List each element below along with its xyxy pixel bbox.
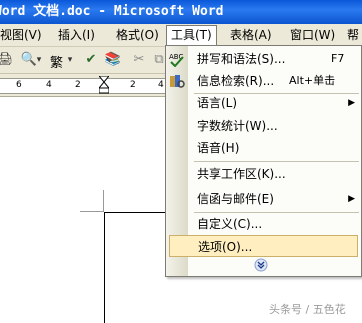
traditional-chinese-icon[interactable]: 繁 <box>50 52 63 71</box>
menu-item-spelling[interactable]: ABC 拼写和语法(S)... F7 <box>166 48 361 70</box>
menu-table[interactable]: 表格(A) <box>226 26 276 44</box>
submenu-arrow-icon: ▶ <box>348 98 355 108</box>
menu-window[interactable]: 窗口(W) <box>286 26 339 44</box>
menu-item-shortcut: Alt+单击 <box>289 74 336 87</box>
menu-item-word-count[interactable]: 字数统计(W)... <box>166 115 361 137</box>
cut-icon[interactable]: ✂ <box>130 51 148 69</box>
menu-item-options[interactable]: 选项(O)... <box>169 235 358 257</box>
menu-insert[interactable]: 插入(I) <box>54 26 99 44</box>
chevron-down-icon[interactable]: ▾ <box>66 51 74 69</box>
ruler-number: 6 <box>16 80 22 90</box>
menu-item-label: 语音(H) <box>197 141 240 155</box>
expand-menu-icon[interactable] <box>253 258 269 272</box>
indent-marker-icon[interactable] <box>99 76 109 94</box>
menu-item-label: 字数统计(W)... <box>197 119 278 133</box>
research-icon <box>169 73 185 89</box>
research-icon[interactable]: 📚 <box>104 51 122 69</box>
menu-help[interactable]: 帮 <box>343 26 362 44</box>
print-icon[interactable]: 🖨 <box>0 51 14 69</box>
ruler-number: 2 <box>130 80 136 90</box>
menu-item-letters-mailings[interactable]: 信函与邮件(E) ▶ <box>166 188 361 210</box>
menu-item-label: 信息检索(R)... <box>197 74 275 88</box>
menu-item-label: 语言(L) <box>197 96 238 110</box>
menu-item-language[interactable]: 语言(L) ▶ <box>166 92 361 114</box>
chevron-down-icon[interactable]: ▾ <box>36 51 42 69</box>
tools-menu-dropdown: ABC 拼写和语法(S)... F7 信息检索(R)... Alt+单击 语言(… <box>165 45 362 277</box>
page-edge <box>104 212 105 323</box>
menu-format[interactable]: 格式(O) <box>112 26 163 44</box>
spelling-icon[interactable]: ✔ <box>82 51 100 69</box>
menu-tools[interactable]: 工具(T) <box>166 25 217 47</box>
watermark: 头条号 / 五色花 <box>269 303 346 316</box>
title-bar: Word 文档.doc - Microsoft Word <box>0 0 362 24</box>
menu-item-label: 拼写和语法(S)... <box>197 52 286 66</box>
page-corner-mark <box>80 211 104 212</box>
menu-bar: 视图(V) 插入(I) 格式(O) 工具(T) 表格(A) 窗口(W) 帮 <box>0 24 362 47</box>
menu-separator <box>194 161 359 162</box>
menu-item-research[interactable]: 信息检索(R)... Alt+单击 <box>166 70 361 92</box>
menu-item-label: 自定义(C)... <box>197 217 263 231</box>
menu-item-shared-workspace[interactable]: 共享工作区(K)... <box>166 163 361 185</box>
ruler-number: 2 <box>75 80 81 90</box>
page-corner-mark <box>103 190 104 212</box>
ruler-number: 4 <box>46 80 52 90</box>
ruler-number: 4 <box>158 80 164 90</box>
menu-item-label: 信函与邮件(E) <box>197 192 274 206</box>
spelling-check-icon: ABC <box>169 51 185 68</box>
menu-item-label: 共享工作区(K)... <box>197 167 286 181</box>
menu-item-label: 选项(O)... <box>198 240 253 254</box>
window-title: Word 文档.doc - Microsoft Word <box>0 4 224 19</box>
menu-item-shortcut: F7 <box>331 52 345 65</box>
menu-item-customize[interactable]: 自定义(C)... <box>166 213 361 235</box>
submenu-arrow-icon: ▶ <box>348 194 355 204</box>
menu-view[interactable]: 视图(V) <box>0 26 46 44</box>
menu-item-speech[interactable]: 语音(H) <box>166 137 361 159</box>
